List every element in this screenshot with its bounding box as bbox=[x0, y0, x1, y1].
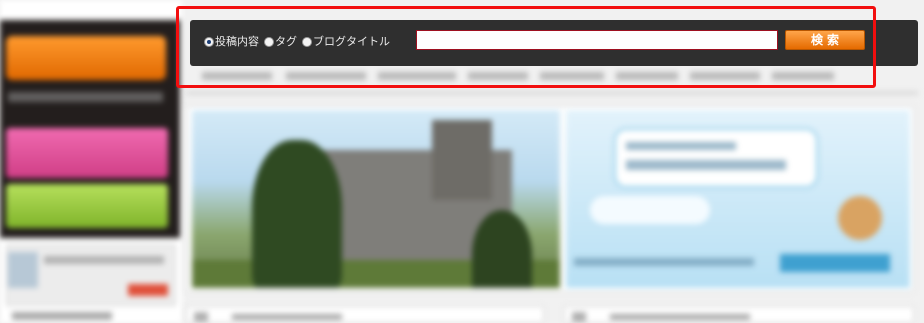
search-scope-radio-group: 投稿内容 タグ ブログタイトル bbox=[204, 34, 393, 50]
sidebar-green-banner[interactable] bbox=[6, 184, 168, 228]
bottom-card-icon bbox=[572, 312, 586, 322]
nav-tab[interactable] bbox=[468, 72, 528, 80]
search-bar: 投稿内容 タグ ブログタイトル 検索 bbox=[190, 20, 918, 66]
sidebar-card-text bbox=[44, 256, 164, 264]
sidebar-card-badge bbox=[128, 284, 168, 296]
sidebar-bottom-text bbox=[12, 312, 112, 320]
tree-shape bbox=[252, 140, 342, 288]
left-sidebar bbox=[0, 0, 182, 323]
nav-tab[interactable] bbox=[690, 72, 760, 80]
search-input[interactable] bbox=[416, 30, 778, 50]
radio-checked-icon[interactable] bbox=[204, 37, 214, 47]
sidebar-pink-banner[interactable] bbox=[6, 128, 168, 178]
search-scope-blog-title[interactable]: ブログタイトル bbox=[302, 35, 393, 49]
hero-speech-bubble bbox=[614, 128, 818, 188]
mascot-icon bbox=[838, 196, 882, 240]
nav-divider bbox=[186, 92, 918, 94]
hero-castle-photo bbox=[192, 110, 560, 288]
search-scope-label: ブログタイトル bbox=[313, 35, 390, 48]
radio-unchecked-icon[interactable] bbox=[302, 37, 312, 47]
hero-bubble-text bbox=[626, 142, 736, 150]
hero-badge[interactable] bbox=[780, 254, 890, 272]
nav-tab[interactable] bbox=[286, 72, 366, 80]
hero-bubble-text bbox=[626, 160, 786, 170]
cloud-shape bbox=[590, 196, 710, 224]
search-button[interactable]: 検索 bbox=[785, 30, 865, 50]
sidebar-card-image bbox=[8, 252, 38, 288]
sidebar-caption bbox=[8, 92, 163, 102]
nav-tab[interactable] bbox=[378, 72, 456, 80]
castle-tower-shape bbox=[432, 120, 492, 200]
search-scope-label: タグ bbox=[275, 35, 297, 48]
radio-unchecked-icon[interactable] bbox=[264, 37, 274, 47]
search-scope-tag[interactable]: タグ bbox=[264, 35, 300, 49]
nav-tab[interactable] bbox=[202, 72, 272, 80]
search-scope-post-content[interactable]: 投稿内容 bbox=[204, 35, 262, 49]
nav-tab[interactable] bbox=[772, 72, 834, 80]
tree-shape bbox=[472, 210, 532, 288]
hero-footer-text bbox=[574, 258, 754, 266]
bottom-card-text bbox=[610, 314, 750, 320]
nav-tabs bbox=[196, 70, 916, 84]
nav-tab[interactable] bbox=[540, 72, 604, 80]
nav-tab[interactable] bbox=[616, 72, 678, 80]
bottom-card-text bbox=[232, 314, 342, 320]
sidebar-orange-button[interactable] bbox=[6, 36, 166, 80]
bottom-card-icon bbox=[194, 312, 208, 322]
search-scope-label: 投稿内容 bbox=[215, 35, 259, 48]
